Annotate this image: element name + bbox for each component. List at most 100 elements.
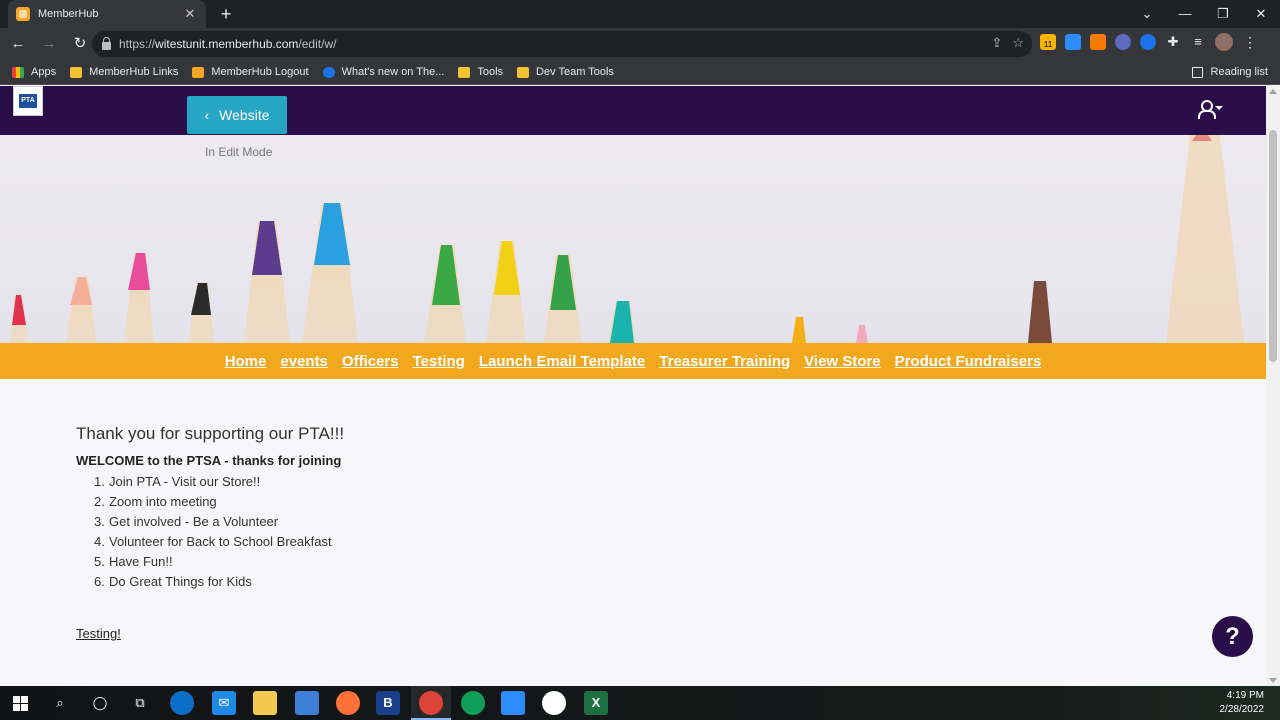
site-nav: Home events Officers Testing Launch Emai… — [0, 343, 1266, 379]
bookmark-memberhub-logout[interactable]: MemberHub Logout — [192, 66, 309, 78]
bookmark-whats-new[interactable]: What's new on The... — [322, 66, 445, 78]
chevron-left-icon: ‹ — [204, 107, 210, 123]
welcome-text: WELCOME to the PTSA - thanks for joining — [76, 453, 342, 468]
nav-link-home[interactable]: Home — [225, 353, 267, 370]
settings-extension-icon[interactable] — [1115, 34, 1131, 50]
user-menu[interactable] — [1198, 100, 1223, 119]
pencil-blue — [302, 203, 358, 343]
reading-list-button[interactable]: Reading list — [1191, 66, 1268, 78]
chrome-icon[interactable] — [419, 691, 443, 715]
browser-toolbar: ← → ↻ https://witestunit.memberhub.com/e… — [0, 28, 1280, 60]
help-button[interactable]: ? — [1212, 616, 1253, 657]
bookmark-apps[interactable]: Apps — [12, 66, 56, 78]
windows-taskbar: ⌕ ◯ ⧉ ✉ B X 4:19 PM 2/28/2022 — [0, 686, 1280, 720]
task-view-icon[interactable]: ⧉ — [128, 691, 152, 715]
store-icon[interactable] — [295, 691, 319, 715]
omnibox-actions: ⇪ ☆ — [991, 35, 1024, 51]
search-icon[interactable]: ⌕ — [48, 691, 72, 715]
pencil-black — [188, 283, 214, 343]
cortana-icon[interactable]: ◯ — [88, 691, 112, 715]
more-menu-icon[interactable]: ⋮ — [1242, 34, 1258, 50]
nav-link-testing[interactable]: Testing — [413, 353, 465, 370]
pencil-peach — [66, 277, 96, 343]
media-control-icon[interactable]: ≡ — [1190, 34, 1206, 50]
pta-logo[interactable]: PTA — [13, 86, 43, 116]
new-tab-button[interactable]: + — [216, 4, 236, 24]
url-text: https://witestunit.memberhub.com/edit/w/ — [119, 37, 336, 51]
website-button[interactable]: ‹ Website — [187, 96, 287, 134]
bookmark-extension-icon[interactable] — [1140, 34, 1156, 50]
page-content: Thank you for supporting our PTA!!! WELC… — [76, 424, 344, 592]
system-clock[interactable]: 4:19 PM 2/28/2022 — [1220, 689, 1265, 717]
extension-notes-icon[interactable]: 11 — [1040, 34, 1056, 50]
browser-tab-memberhub[interactable]: MemberHub ✕ — [8, 0, 206, 28]
nav-link-treasurer-training[interactable]: Treasurer Training — [659, 353, 790, 370]
step-text: Volunteer for Back to School Breakfast — [109, 534, 332, 549]
list-item: 2. Zoom into meeting — [94, 494, 217, 509]
reload-icon[interactable]: ↻ — [67, 31, 93, 57]
nav-link-product-fundraisers[interactable]: Product Fundraisers — [895, 353, 1042, 370]
bookmark-tools[interactable]: Tools — [458, 66, 503, 78]
minimize-button[interactable]: — — [1166, 0, 1204, 28]
bookmark-memberhub-links[interactable]: MemberHub Links — [70, 66, 178, 78]
url-path: /edit/w/ — [298, 37, 337, 51]
page-scrollbar[interactable] — [1266, 86, 1280, 686]
list-item: 5. Have Fun!! — [94, 554, 173, 569]
url-host: witestunit.memberhub.com — [155, 37, 299, 51]
restore-button[interactable]: ❐ — [1204, 0, 1242, 28]
share-icon[interactable]: ⇪ — [991, 35, 1002, 51]
scroll-up-arrow-icon[interactable] — [1269, 89, 1277, 94]
tab-title: MemberHub — [38, 8, 99, 20]
url-scheme: https:// — [119, 37, 156, 51]
reading-list-label: Reading list — [1210, 66, 1268, 78]
bookmark-label: What's new on The... — [341, 66, 445, 78]
start-button[interactable] — [8, 691, 32, 715]
scroll-thumb[interactable] — [1269, 130, 1277, 362]
pencil-pink — [124, 253, 154, 343]
edge-icon[interactable] — [170, 691, 194, 715]
bookmark-label: MemberHub Links — [89, 66, 179, 78]
step-text: Get involved - Be a Volunteer — [109, 514, 279, 529]
nav-link-launch-email-template[interactable]: Launch Email Template — [479, 353, 645, 370]
colored-pencils-image — [10, 135, 1244, 343]
bookmark-label: Tools — [477, 66, 504, 78]
website-button-label: Website — [219, 107, 270, 123]
step-text: Do Great Things for Kids — [109, 574, 252, 589]
zoom-icon[interactable] — [501, 691, 525, 715]
pencil-brown — [1028, 281, 1052, 343]
profile-avatar[interactable] — [1215, 33, 1233, 51]
mail-icon[interactable]: ✉ — [212, 691, 236, 715]
list-item: 4. Volunteer for Back to School Breakfast — [94, 534, 332, 549]
nav-link-view-store[interactable]: View Store — [804, 353, 880, 370]
firefox-icon[interactable] — [336, 691, 360, 715]
pencil-purple — [244, 221, 290, 343]
tab-search-icon[interactable]: ⌄ — [1128, 0, 1166, 28]
list-item: 6. Do Great Things for Kids — [94, 574, 252, 589]
bookmark-dev-team-tools[interactable]: Dev Team Tools — [517, 66, 614, 78]
nav-link-officers[interactable]: Officers — [342, 353, 399, 370]
folder-icon — [70, 66, 83, 78]
scroll-down-arrow-icon[interactable] — [1269, 678, 1277, 683]
clock-time: 4:19 PM — [1226, 690, 1264, 701]
tab-close-icon[interactable]: ✕ — [182, 6, 198, 22]
slack-icon[interactable] — [542, 691, 566, 715]
b-app-icon[interactable]: B — [376, 691, 400, 715]
logo-text: PTA — [19, 94, 37, 108]
hubspot-extension-icon[interactable] — [1090, 34, 1106, 50]
pencil-teal — [608, 301, 636, 343]
testing-link[interactable]: Testing! — [76, 626, 121, 641]
close-window-button[interactable]: ✕ — [1242, 0, 1280, 28]
file-explorer-icon[interactable] — [253, 691, 277, 715]
zoom-extension-icon[interactable] — [1065, 34, 1081, 50]
puzzle-icon[interactable]: ✚ — [1165, 34, 1181, 50]
forward-icon[interactable]: → — [36, 31, 62, 57]
hero-banner: In Edit Mode — [0, 135, 1266, 343]
pencil-blurred — [1166, 135, 1244, 343]
user-icon — [1198, 100, 1216, 119]
chrome-profile-icon[interactable] — [461, 691, 485, 715]
address-bar[interactable]: https://witestunit.memberhub.com/edit/w/… — [92, 31, 1032, 57]
excel-icon[interactable]: X — [584, 691, 608, 715]
nav-link-events[interactable]: events — [280, 353, 328, 370]
back-icon[interactable]: ← — [5, 31, 31, 57]
bookmark-star-icon[interactable]: ☆ — [1012, 35, 1024, 51]
